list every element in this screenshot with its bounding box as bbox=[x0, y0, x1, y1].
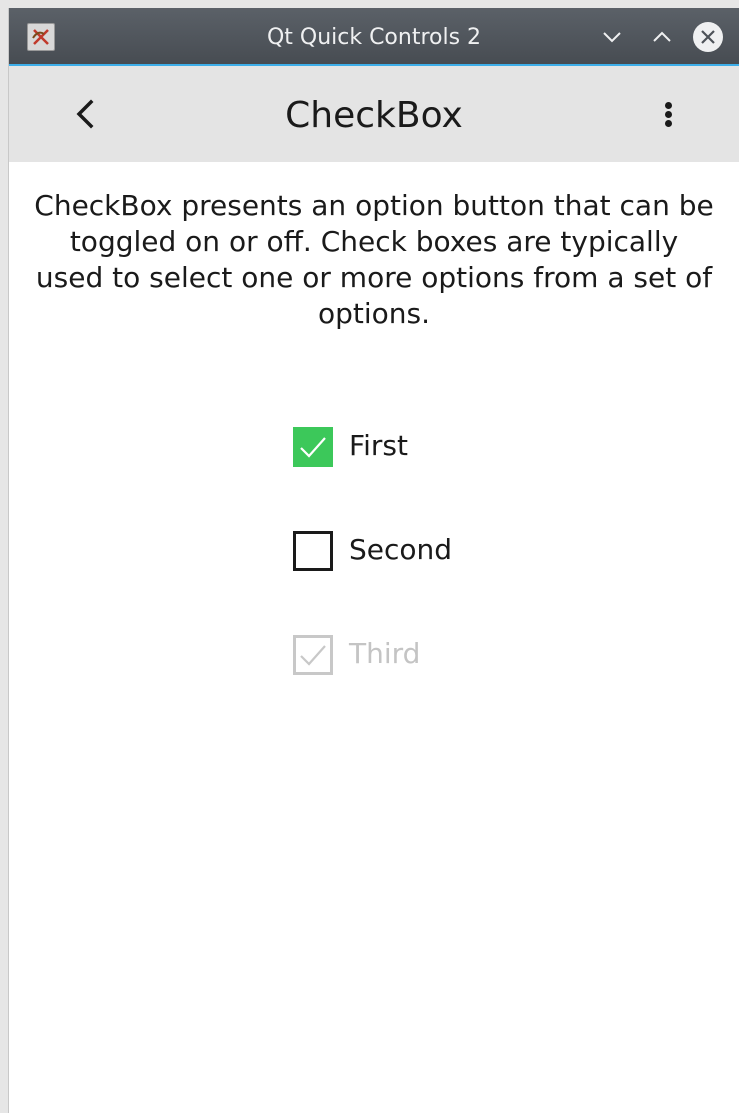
window-titlebar[interactable]: Qt Quick Controls 2 bbox=[9, 8, 739, 66]
app-window: Qt Quick Controls 2 CheckBox CheckBox pr… bbox=[8, 8, 739, 1113]
minimize-icon[interactable] bbox=[597, 22, 627, 52]
checkmark-icon bbox=[300, 645, 326, 666]
checkbox-first[interactable]: First bbox=[293, 424, 493, 468]
page-description: CheckBox presents an option button that … bbox=[34, 189, 714, 330]
close-icon[interactable] bbox=[693, 22, 723, 52]
checkbox-third-disabled: Third bbox=[293, 632, 493, 676]
checkbox-label: Third bbox=[349, 637, 421, 670]
checkmark-icon bbox=[300, 437, 326, 458]
overflow-menu-button[interactable] bbox=[641, 86, 697, 142]
maximize-icon[interactable] bbox=[647, 22, 677, 52]
window-title: Qt Quick Controls 2 bbox=[266, 25, 482, 50]
checkbox-indicator-checked[interactable] bbox=[293, 427, 333, 467]
checkbox-indicator-unchecked[interactable] bbox=[293, 531, 333, 571]
checkbox-indicator-checked-disabled bbox=[293, 635, 333, 675]
page-title: CheckBox bbox=[285, 95, 463, 136]
checkbox-second[interactable]: Second bbox=[293, 528, 493, 572]
checkbox-label: Second bbox=[349, 533, 453, 566]
checkbox-label: First bbox=[349, 429, 408, 462]
app-toolbar: CheckBox bbox=[9, 66, 739, 162]
